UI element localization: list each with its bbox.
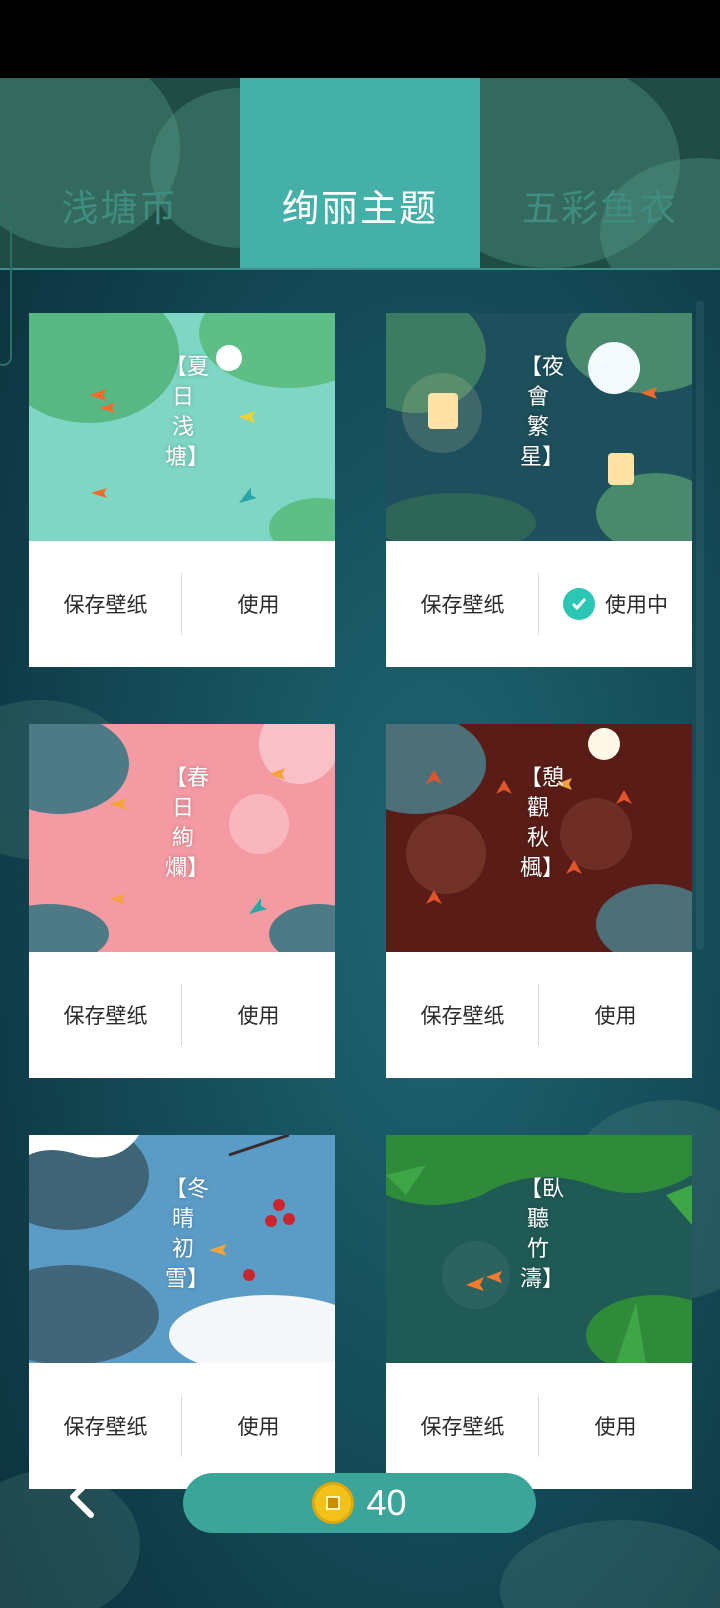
tab-fish-skins[interactable]: 五彩鱼衣: [480, 78, 720, 268]
theme-title: 【夜會繁星】: [520, 355, 565, 470]
back-arrow-icon: [70, 1476, 94, 1518]
theme-title: 【臥聽竹濤】: [520, 1177, 565, 1292]
use-theme-button[interactable]: 使用: [182, 541, 335, 667]
tab-themes-label: 绚丽主题: [282, 187, 438, 230]
theme-preview-winter[interactable]: 【冬晴初雪】: [29, 1135, 335, 1363]
in-use-indicator[interactable]: 使用中: [539, 541, 692, 667]
save-wallpaper-button[interactable]: 保存壁纸: [386, 541, 539, 667]
use-theme-button[interactable]: 使用: [182, 952, 335, 1078]
status-bar: [0, 0, 720, 78]
check-icon: [563, 588, 595, 620]
theme-card-winter: 【冬晴初雪】 保存壁纸 使用: [29, 1135, 335, 1489]
tab-coins-label: 浅塘币: [61, 187, 179, 230]
tab-themes[interactable]: 绚丽主题: [240, 78, 480, 268]
theme-preview-bamboo[interactable]: 【臥聽竹濤】: [386, 1135, 692, 1363]
theme-preview-spring[interactable]: 【春日絢爛】: [29, 724, 335, 952]
theme-preview-summer-pond[interactable]: 【夏日浅塘】: [29, 313, 335, 541]
save-wallpaper-button[interactable]: 保存壁纸: [29, 541, 182, 667]
theme-preview-autumn[interactable]: 【憩觀秋楓】: [386, 724, 692, 952]
scrollbar[interactable]: [696, 300, 704, 950]
bottom-bar: 40: [0, 1460, 720, 1608]
tab-coins[interactable]: 浅塘币: [0, 78, 240, 268]
theme-title: 【春日絢爛】: [165, 766, 210, 881]
coin-count: 40: [366, 1482, 407, 1523]
theme-card-summer-pond: 【夏日浅塘】 保存壁纸 使用: [29, 313, 335, 667]
theme-card-autumn: 【憩觀秋楓】 保存壁纸 使用: [386, 724, 692, 1078]
theme-title: 【夏日浅塘】: [165, 355, 210, 470]
theme-title: 【冬晴初雪】: [165, 1177, 210, 1292]
side-drawer-handle[interactable]: [0, 206, 12, 366]
back-button[interactable]: [58, 1472, 108, 1522]
theme-preview-night-stars[interactable]: 【夜會繁星】: [386, 313, 692, 541]
coin-balance[interactable]: 40: [183, 1473, 536, 1533]
coin-icon: [312, 1482, 355, 1524]
tab-bar: 浅塘币 绚丽主题 五彩鱼衣: [0, 78, 720, 270]
theme-card-spring: 【春日絢爛】 保存壁纸 使用: [29, 724, 335, 1078]
theme-card-night-stars: 【夜會繁星】 保存壁纸 使用中: [386, 313, 692, 667]
save-wallpaper-button[interactable]: 保存壁纸: [29, 952, 182, 1078]
theme-title: 【憩觀秋楓】: [520, 766, 565, 881]
save-wallpaper-button[interactable]: 保存壁纸: [386, 952, 539, 1078]
tab-fish-skins-label: 五彩鱼衣: [522, 187, 678, 230]
use-theme-button[interactable]: 使用: [539, 952, 692, 1078]
theme-card-bamboo: 【臥聽竹濤】 保存壁纸 使用: [386, 1135, 692, 1489]
